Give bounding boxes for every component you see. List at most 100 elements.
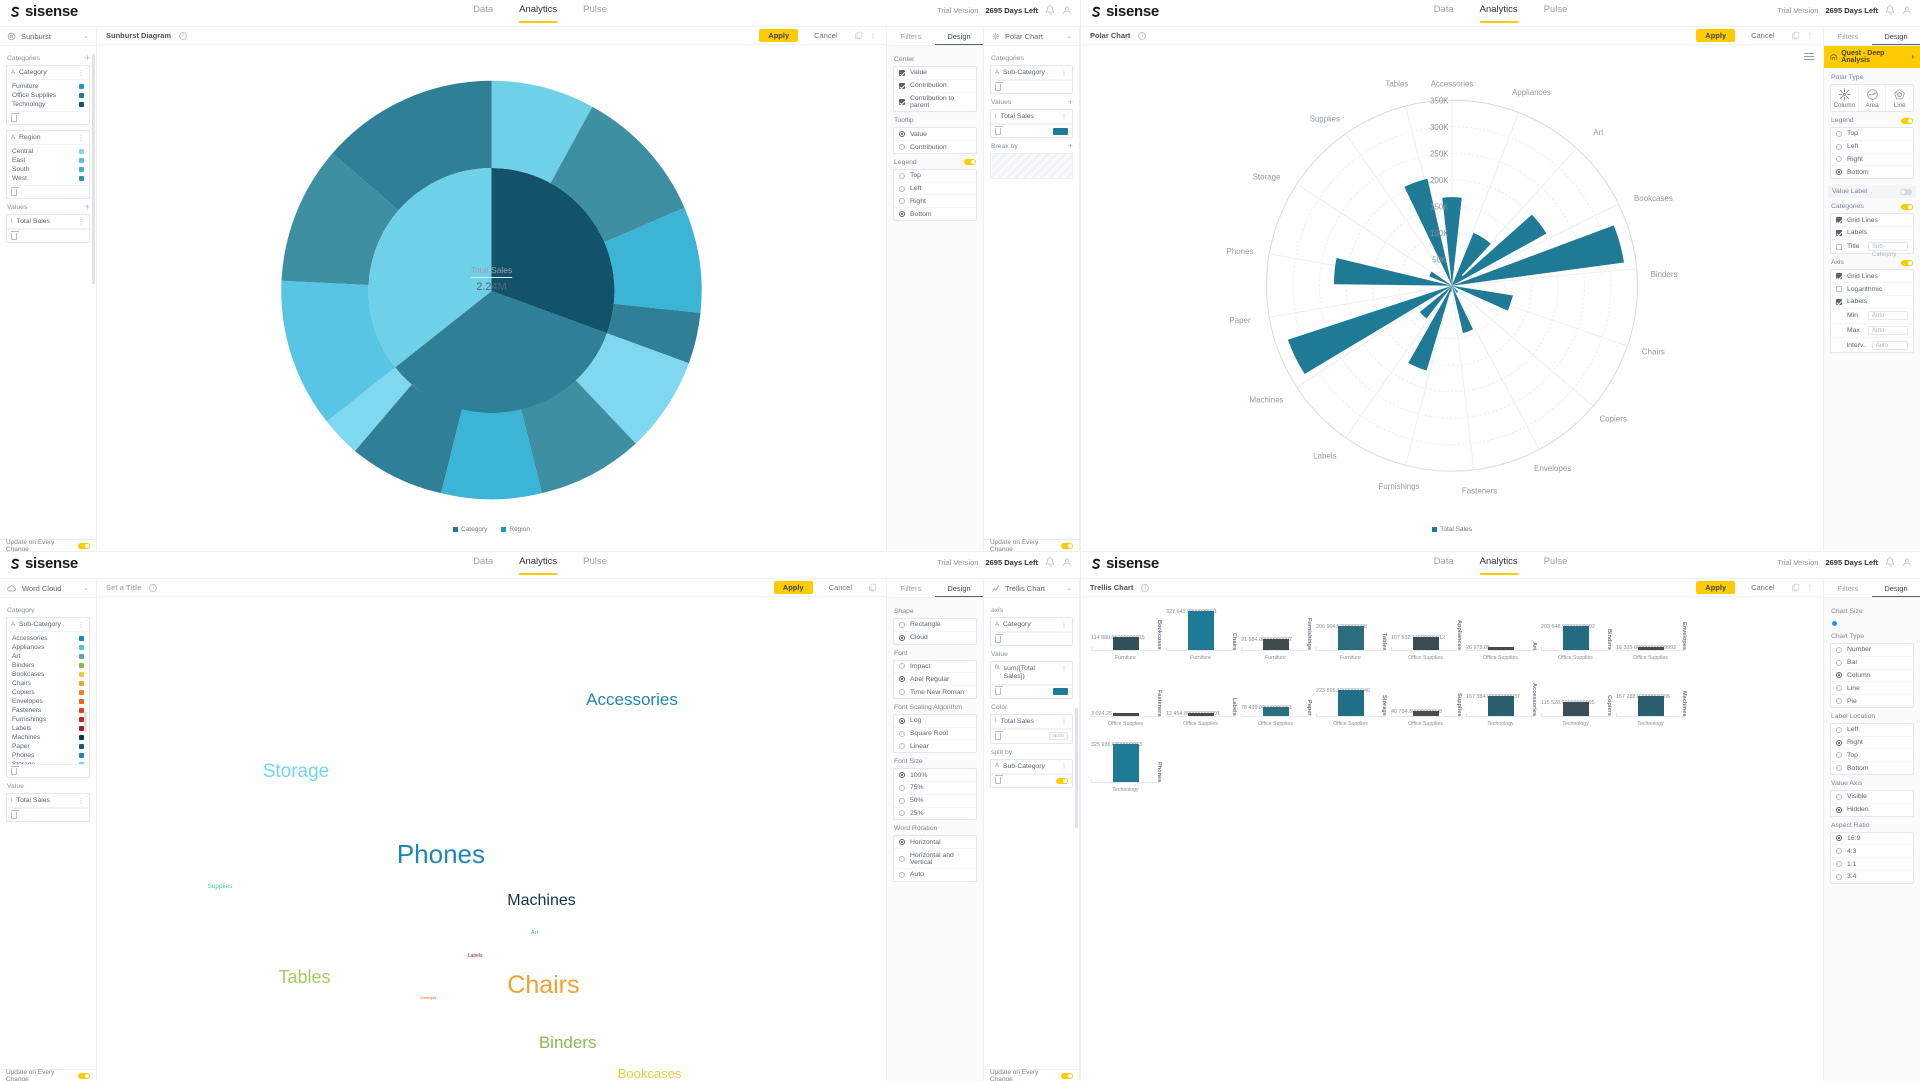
trellis-panel[interactable]: 327 643.9800000001FurnitureChairs: [1166, 599, 1237, 661]
trellis-bar[interactable]: [1188, 611, 1214, 650]
chevron-down-icon[interactable]: ⌄: [83, 584, 89, 592]
categories-toggle[interactable]: [1901, 203, 1913, 210]
trellis-panel[interactable]: 26 978.05 Office Supplies Art: [1466, 599, 1537, 661]
radio-icon[interactable]: [1836, 156, 1842, 163]
info-icon[interactable]: i: [179, 31, 188, 40]
field-pill-total-sales[interactable]: I Total Sales ⋮: [6, 214, 90, 243]
trellis-panel[interactable]: 107 532.14000000012Office SuppliesApplia…: [1391, 599, 1462, 661]
radio-icon[interactable]: [899, 211, 905, 218]
trellis-panel[interactable]: 206 964.6799999998FurnitureTables: [1316, 599, 1387, 661]
checkbox-icon[interactable]: [1836, 298, 1842, 305]
tab-filters[interactable]: Filters: [887, 579, 935, 597]
axis-interval-input[interactable]: Auto: [1871, 340, 1908, 350]
update-toggle[interactable]: [78, 542, 90, 549]
trellis-panel[interactable]: 203 648.98000000002Office SuppliesBinder…: [1541, 599, 1612, 661]
radio-icon[interactable]: [1836, 752, 1842, 759]
page-title[interactable]: Set a Title: [106, 583, 141, 592]
option-right[interactable]: Right: [1831, 735, 1913, 749]
option-time-new-roman[interactable]: Time New Roman: [894, 685, 976, 698]
option-center-value[interactable]: Value: [894, 67, 976, 79]
tab-filters[interactable]: Filters: [1824, 27, 1872, 45]
option-legend-right[interactable]: Right: [1831, 152, 1913, 166]
field-menu-icon[interactable]: ⋮: [1061, 69, 1069, 77]
tab-design[interactable]: Design: [935, 579, 983, 597]
wordcloud-word[interactable]: Supplies: [207, 883, 232, 891]
radio-icon[interactable]: [1836, 848, 1842, 855]
option-categories-gridlines[interactable]: Grid Lines: [1831, 214, 1913, 226]
option-left[interactable]: Left: [1831, 724, 1913, 736]
user-avatar-icon[interactable]: [1902, 557, 1912, 567]
delete-icon[interactable]: [995, 633, 1003, 643]
field-axis-min[interactable]: Min Auto: [1831, 307, 1913, 323]
checkbox-icon[interactable]: [899, 69, 905, 76]
info-icon[interactable]: i: [1138, 31, 1147, 40]
field-pill-footer[interactable]: [7, 229, 89, 242]
option-center-contribution[interactable]: Contribution: [894, 78, 976, 92]
field-pill-footer[interactable]: [7, 764, 89, 777]
trellis-panel[interactable]: 223 895.19000000046Office SuppliesStorag…: [1316, 665, 1387, 727]
color-swatch[interactable]: [79, 167, 84, 172]
radio-icon[interactable]: [1836, 835, 1842, 842]
field-menu-icon[interactable]: ⋮: [78, 797, 86, 805]
option-categories-title[interactable]: Title Sub-Category: [1831, 238, 1913, 258]
radio-icon[interactable]: [899, 676, 905, 683]
trellis-panel[interactable]: 167 288.02000006006TechnologyMachines: [1616, 665, 1687, 727]
radio-icon[interactable]: [1836, 130, 1842, 137]
option-linear[interactable]: Linear: [894, 739, 976, 752]
bell-icon[interactable]: [1045, 5, 1055, 15]
field-pill-footer[interactable]: [7, 111, 89, 124]
option-legend-bottom[interactable]: Bottom: [1831, 165, 1913, 178]
option-horizontal-and-vertical[interactable]: Horizontal and Vertical: [894, 848, 976, 868]
option-hidden[interactable]: Hidden: [1831, 802, 1913, 816]
color-swatch[interactable]: [79, 654, 84, 659]
axis-min-input[interactable]: Auto: [1868, 311, 1908, 321]
tab-design[interactable]: Design: [935, 27, 983, 45]
field-pill-subcategory[interactable]: A Sub-Category ⋮ Accessories Appliances Ar…: [6, 617, 90, 778]
option-100-[interactable]: 100%: [894, 769, 976, 781]
add-value-button[interactable]: +: [85, 203, 90, 212]
cancel-button[interactable]: Cancel: [1742, 581, 1784, 594]
delete-icon[interactable]: [11, 230, 19, 240]
bell-icon[interactable]: [1885, 557, 1895, 567]
radio-icon[interactable]: [899, 784, 905, 791]
nav-tab-data[interactable]: Data: [473, 4, 493, 23]
color-swatch[interactable]: [79, 93, 84, 98]
nav-tab-pulse[interactable]: Pulse: [583, 556, 607, 575]
bell-icon[interactable]: [1885, 5, 1895, 15]
trellis-panel[interactable]: 114 880.05000000015FurnitureBookcases: [1091, 599, 1162, 661]
bell-icon[interactable]: [1045, 557, 1055, 567]
nav-tab-analytics[interactable]: Analytics: [1479, 4, 1518, 23]
nav-tab-pulse[interactable]: Pulse: [583, 4, 607, 23]
field-pill-splitby-subcategory[interactable]: A Sub-Category ⋮: [990, 758, 1073, 788]
option-16-9[interactable]: 16:9: [1831, 833, 1913, 845]
series-color-chip[interactable]: [1053, 688, 1068, 696]
radio-icon[interactable]: [899, 839, 905, 846]
duplicate-icon[interactable]: [868, 583, 877, 592]
option-axis-gridlines[interactable]: Grid Lines: [1831, 270, 1913, 282]
field-pill-footer[interactable]: [7, 185, 89, 198]
widget-type-selector-trellis[interactable]: Trellis Chart ⌄: [984, 579, 1079, 598]
option-legend-left[interactable]: Left: [894, 181, 976, 195]
chevron-right-icon[interactable]: ›: [1912, 54, 1914, 61]
wordcloud-word[interactable]: Labels: [468, 954, 483, 959]
checkbox-icon[interactable]: [1836, 273, 1842, 280]
option-axis-logarithmic[interactable]: Logarithmic: [1831, 282, 1913, 295]
option-1-1[interactable]: 1:1: [1831, 857, 1913, 870]
color-auto-badge[interactable]: auto: [1049, 732, 1068, 741]
option-tooltip-contribution[interactable]: Contribution: [894, 140, 976, 153]
more-menu-icon[interactable]: ⋮: [1807, 584, 1815, 592]
wordcloud-word[interactable]: Tables: [278, 968, 330, 986]
nav-tab-data[interactable]: Data: [1434, 4, 1454, 23]
checkbox-icon[interactable]: [1836, 286, 1842, 293]
polar-type-column[interactable]: Column: [1831, 85, 1858, 111]
field-menu-icon[interactable]: ⋮: [1061, 717, 1069, 725]
nav-tab-data[interactable]: Data: [1434, 556, 1454, 575]
field-menu-icon[interactable]: ⋮: [1061, 762, 1069, 770]
radio-icon[interactable]: [1836, 646, 1842, 653]
radio-icon[interactable]: [899, 689, 905, 696]
option-legend-right[interactable]: Right: [894, 194, 976, 207]
color-swatch[interactable]: [79, 681, 84, 686]
option-tooltip-value[interactable]: Value: [894, 128, 976, 140]
user-avatar-icon[interactable]: [1062, 557, 1072, 567]
option-75-[interactable]: 75%: [894, 781, 976, 794]
